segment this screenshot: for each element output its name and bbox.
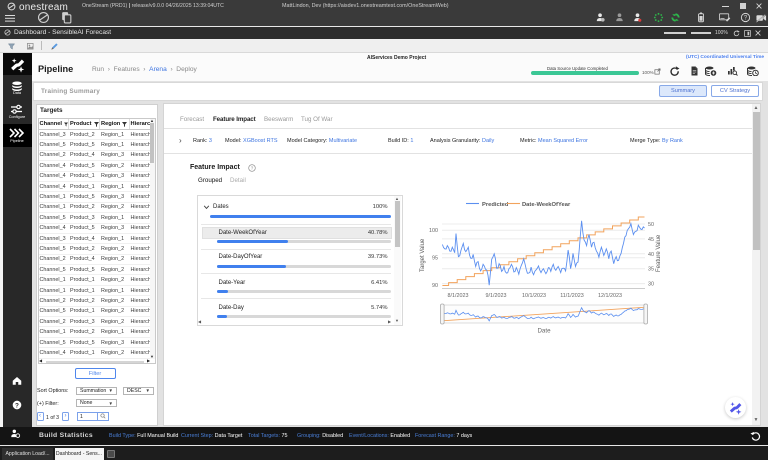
svg-text:11/1/2023: 11/1/2023 xyxy=(560,293,584,299)
svg-text:95: 95 xyxy=(432,256,438,262)
svg-text:9/1/2023: 9/1/2023 xyxy=(486,293,507,299)
svg-text:50: 50 xyxy=(648,222,654,228)
svg-text:Predicted: Predicted xyxy=(482,202,509,208)
svg-text:?: ? xyxy=(744,16,748,22)
svg-text:?: ? xyxy=(15,402,19,409)
svg-text:45: 45 xyxy=(648,237,654,243)
svg-text:35: 35 xyxy=(648,267,654,273)
svg-text:8/1/2023: 8/1/2023 xyxy=(448,293,469,299)
svg-text:100: 100 xyxy=(429,228,438,234)
svg-text:Date: Date xyxy=(537,328,551,335)
svg-text:40: 40 xyxy=(648,252,654,258)
svg-text:10/1/2023: 10/1/2023 xyxy=(522,293,546,299)
svg-text:30: 30 xyxy=(648,282,654,288)
svg-text:Date-WeekOfYear: Date-WeekOfYear xyxy=(522,202,571,208)
svg-text:?: ? xyxy=(251,166,254,171)
svg-text:90: 90 xyxy=(432,283,438,289)
svg-text:12/1/2023: 12/1/2023 xyxy=(598,293,622,299)
